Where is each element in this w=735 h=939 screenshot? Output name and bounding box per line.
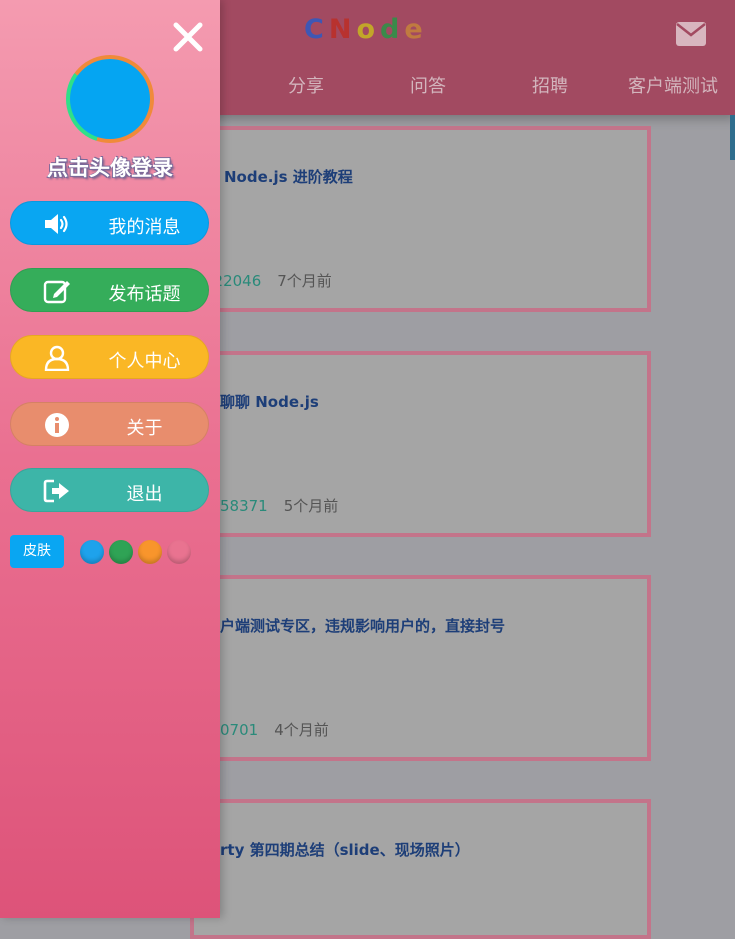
topic-time: 4个月前 — [274, 721, 329, 739]
topic-title[interactable]: Node.js 进阶教程 — [224, 166, 353, 187]
menu-label: 我的消息 — [108, 217, 181, 238]
logo-letter: o — [356, 14, 380, 45]
personal-center-button[interactable]: 个人中心 — [10, 335, 209, 379]
skin-swatch-orange[interactable] — [138, 540, 162, 564]
mail-icon[interactable] — [676, 22, 706, 46]
topic-title[interactable]: 聊聊 Node.js — [220, 391, 319, 412]
menu-label: 关于 — [126, 418, 163, 439]
topic-card[interactable]: Node.js 进阶教程 122046 7个月前 — [190, 126, 651, 312]
avatar[interactable] — [66, 55, 154, 143]
info-icon — [45, 413, 69, 437]
side-drawer: 点击头像登录 我的消息 发布话题 个人中心 关于 退出 皮肤 — [0, 0, 220, 918]
user-icon — [44, 345, 70, 371]
skin-swatch-blue[interactable] — [80, 540, 104, 564]
topic-time: 7个月前 — [277, 272, 332, 290]
reply-visit-count: 0701 — [220, 721, 259, 739]
tab-job[interactable]: 招聘 — [532, 72, 568, 98]
edit-icon — [43, 280, 70, 304]
about-button[interactable]: 关于 — [10, 402, 209, 446]
logo-letter: e — [404, 14, 428, 45]
sign-out-icon — [43, 479, 69, 503]
topic-meta: 58371 5个月前 — [220, 495, 338, 516]
topic-card[interactable]: 户端测试专区，违规影响用户的，直接封号 0701 4个月前 — [190, 575, 651, 761]
menu-label: 退出 — [126, 484, 163, 505]
skin-swatch-pink[interactable] — [167, 540, 191, 564]
my-messages-button[interactable]: 我的消息 — [10, 201, 209, 245]
skin-swatch-green[interactable] — [109, 540, 133, 564]
cnode-logo[interactable]: CNode — [304, 14, 428, 45]
close-icon[interactable] — [170, 19, 206, 55]
topic-card[interactable]: rty 第四期总结（slide、现场照片） — [190, 799, 651, 939]
logo-letter: C — [304, 14, 329, 45]
menu-label: 发布话题 — [108, 284, 181, 305]
publish-topic-button[interactable]: 发布话题 — [10, 268, 209, 312]
logo-letter: d — [380, 14, 405, 45]
skin-button[interactable]: 皮肤 — [10, 535, 64, 568]
logout-button[interactable]: 退出 — [10, 468, 209, 512]
speaker-icon — [45, 214, 68, 234]
logo-letter: N — [328, 14, 357, 45]
login-prompt[interactable]: 点击头像登录 — [0, 152, 220, 182]
tab-share[interactable]: 分享 — [288, 72, 324, 98]
topic-meta: 122046 7个月前 — [204, 270, 332, 291]
reply-visit-count: 58371 — [220, 497, 268, 515]
tab-client-test[interactable]: 客户端测试 — [628, 72, 718, 98]
menu-label: 个人中心 — [108, 351, 181, 372]
topic-title[interactable]: rty 第四期总结（slide、现场照片） — [220, 839, 470, 860]
topic-meta: 0701 4个月前 — [220, 719, 329, 740]
topic-time: 5个月前 — [283, 497, 339, 515]
topic-title[interactable]: 户端测试专区，违规影响用户的，直接封号 — [220, 615, 505, 636]
topic-card[interactable]: 聊聊 Node.js 58371 5个月前 — [190, 351, 651, 537]
scrollbar[interactable] — [730, 115, 735, 160]
tab-ask[interactable]: 问答 — [410, 72, 446, 98]
